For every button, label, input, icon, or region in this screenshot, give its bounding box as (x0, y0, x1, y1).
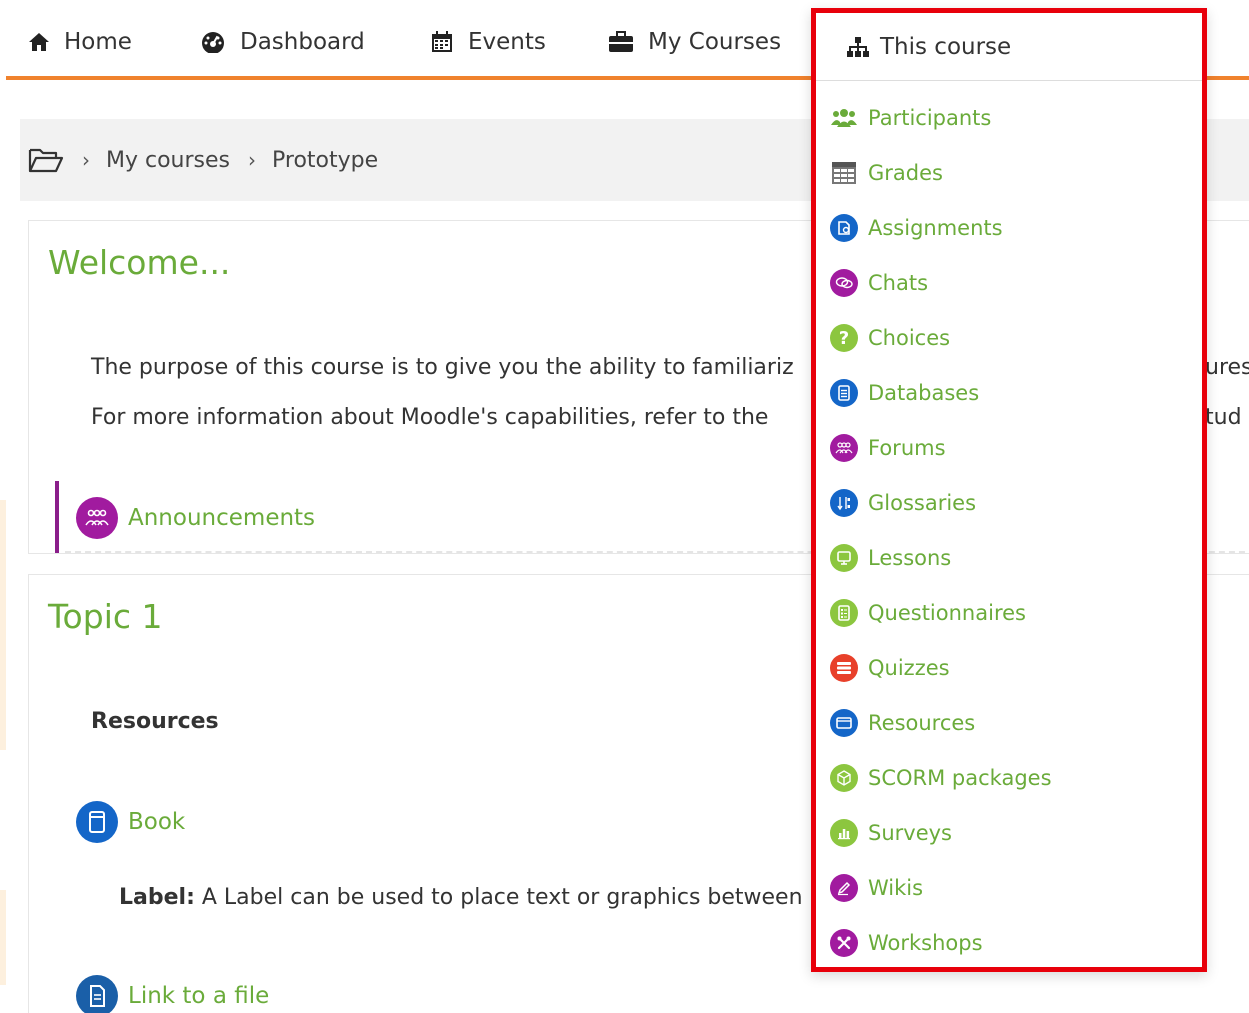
menu-item-glossaries[interactable]: Glossaries (830, 483, 976, 523)
menu-item-surveys[interactable]: Surveys (830, 813, 952, 853)
glossary-icon (830, 489, 858, 517)
section-title: Topic 1 (48, 597, 163, 636)
menu-item-resources[interactable]: Resources (830, 703, 975, 743)
menu-item-forums[interactable]: Forums (830, 428, 946, 468)
folder-open-icon[interactable] (28, 146, 64, 174)
menu-item-choices[interactable]: ? Choices (830, 318, 950, 358)
lesson-icon (830, 544, 858, 572)
section-title: Welcome... (48, 243, 231, 282)
menu-item-label: Workshops (868, 931, 983, 955)
breadcrumb-separator: › (248, 148, 256, 172)
welcome-paragraph-2-tail: tud (1205, 405, 1242, 430)
book-icon (76, 801, 118, 843)
activity-indent-marker (55, 481, 59, 553)
breadcrumb-prototype[interactable]: Prototype (272, 148, 378, 173)
label-prefix: Label: (119, 885, 195, 910)
label-text: Label: A Label can be used to place text… (119, 885, 803, 910)
welcome-paragraph-1: The purpose of this course is to give yo… (91, 355, 794, 380)
wiki-icon (830, 874, 858, 902)
menu-item-chats[interactable]: Chats (830, 263, 928, 303)
book-label: Book (128, 809, 186, 835)
nav-my-courses[interactable]: My Courses (608, 26, 781, 58)
nav-home[interactable]: Home (28, 26, 132, 58)
workshop-icon (830, 929, 858, 957)
menu-item-label: Chats (868, 271, 929, 295)
nav-this-course[interactable]: This course (816, 13, 1202, 81)
forum-icon (830, 434, 858, 462)
briefcase-icon (609, 31, 633, 52)
book-link[interactable]: Book (76, 801, 185, 843)
announcements-link[interactable]: Announcements (76, 497, 315, 539)
nav-my-courses-label: My Courses (648, 29, 782, 55)
menu-item-lessons[interactable]: Lessons (830, 538, 951, 578)
left-edge-marker (0, 500, 6, 750)
menu-item-questionnaires[interactable]: Questionnaires (830, 593, 1026, 633)
grades-table-icon (830, 159, 858, 187)
menu-item-label: Participants (868, 106, 992, 130)
label-body: A Label can be used to place text or gra… (194, 885, 803, 910)
menu-item-databases[interactable]: Databases (830, 373, 979, 413)
forum-icon (76, 497, 118, 539)
link-to-file[interactable]: Link to a file (76, 975, 269, 1013)
menu-item-scorm-packages[interactable]: SCORM packages (830, 758, 1052, 798)
breadcrumb-separator: › (82, 148, 90, 172)
home-icon (29, 33, 49, 51)
menu-item-label: Quizzes (868, 656, 950, 680)
menu-item-label: Assignments (868, 216, 1003, 240)
menu-item-label: Databases (868, 381, 980, 405)
menu-item-quizzes[interactable]: Quizzes (830, 648, 950, 688)
menu-item-label: Grades (868, 161, 943, 185)
menu-item-label: Wikis (868, 876, 924, 900)
menu-item-label: Choices (868, 326, 951, 350)
announcements-label: Announcements (128, 505, 316, 531)
calendar-icon (432, 31, 452, 52)
nav-events-label: Events (468, 29, 546, 55)
this-course-dropdown: This course Participants Grades Assignme… (811, 8, 1207, 972)
menu-item-label: Questionnaires (868, 601, 1026, 625)
quiz-icon (830, 654, 858, 682)
questionnaire-icon (830, 599, 858, 627)
nav-home-label: Home (64, 29, 132, 55)
menu-item-participants[interactable]: Participants (830, 98, 991, 138)
left-edge-marker (0, 890, 6, 985)
database-icon (830, 379, 858, 407)
link-to-file-label: Link to a file (128, 983, 270, 1009)
menu-item-wikis[interactable]: Wikis (830, 868, 923, 908)
this-course-label: This course (880, 33, 1012, 60)
welcome-paragraph-2: For more information about Moodle's capa… (91, 405, 769, 430)
assignment-icon (830, 214, 858, 242)
scorm-icon (830, 764, 858, 792)
nav-dashboard-label: Dashboard (240, 29, 365, 55)
menu-item-label: Glossaries (868, 491, 977, 515)
menu-item-workshops[interactable]: Workshops (830, 923, 983, 963)
resources-heading: Resources (91, 709, 219, 734)
dashboard-icon (202, 32, 224, 53)
menu-item-label: Forums (868, 436, 946, 460)
welcome-paragraph-1-tail: ures (1205, 355, 1249, 380)
question-icon: ? (830, 324, 858, 352)
menu-item-label: Lessons (868, 546, 952, 570)
menu-item-grades[interactable]: Grades (830, 153, 943, 193)
survey-icon (830, 819, 858, 847)
file-icon (76, 975, 118, 1013)
chat-icon (830, 269, 858, 297)
nav-dashboard[interactable]: Dashboard (200, 26, 365, 58)
resource-icon (830, 709, 858, 737)
menu-item-label: Resources (868, 711, 976, 735)
menu-item-label: SCORM packages (868, 766, 1052, 790)
breadcrumb-my-courses[interactable]: My courses (106, 148, 230, 173)
menu-item-label: Surveys (868, 821, 952, 845)
menu-item-assignments[interactable]: Assignments (830, 208, 1003, 248)
sitemap-icon (847, 36, 869, 57)
nav-events[interactable]: Events (430, 26, 546, 58)
users-icon (830, 104, 858, 132)
